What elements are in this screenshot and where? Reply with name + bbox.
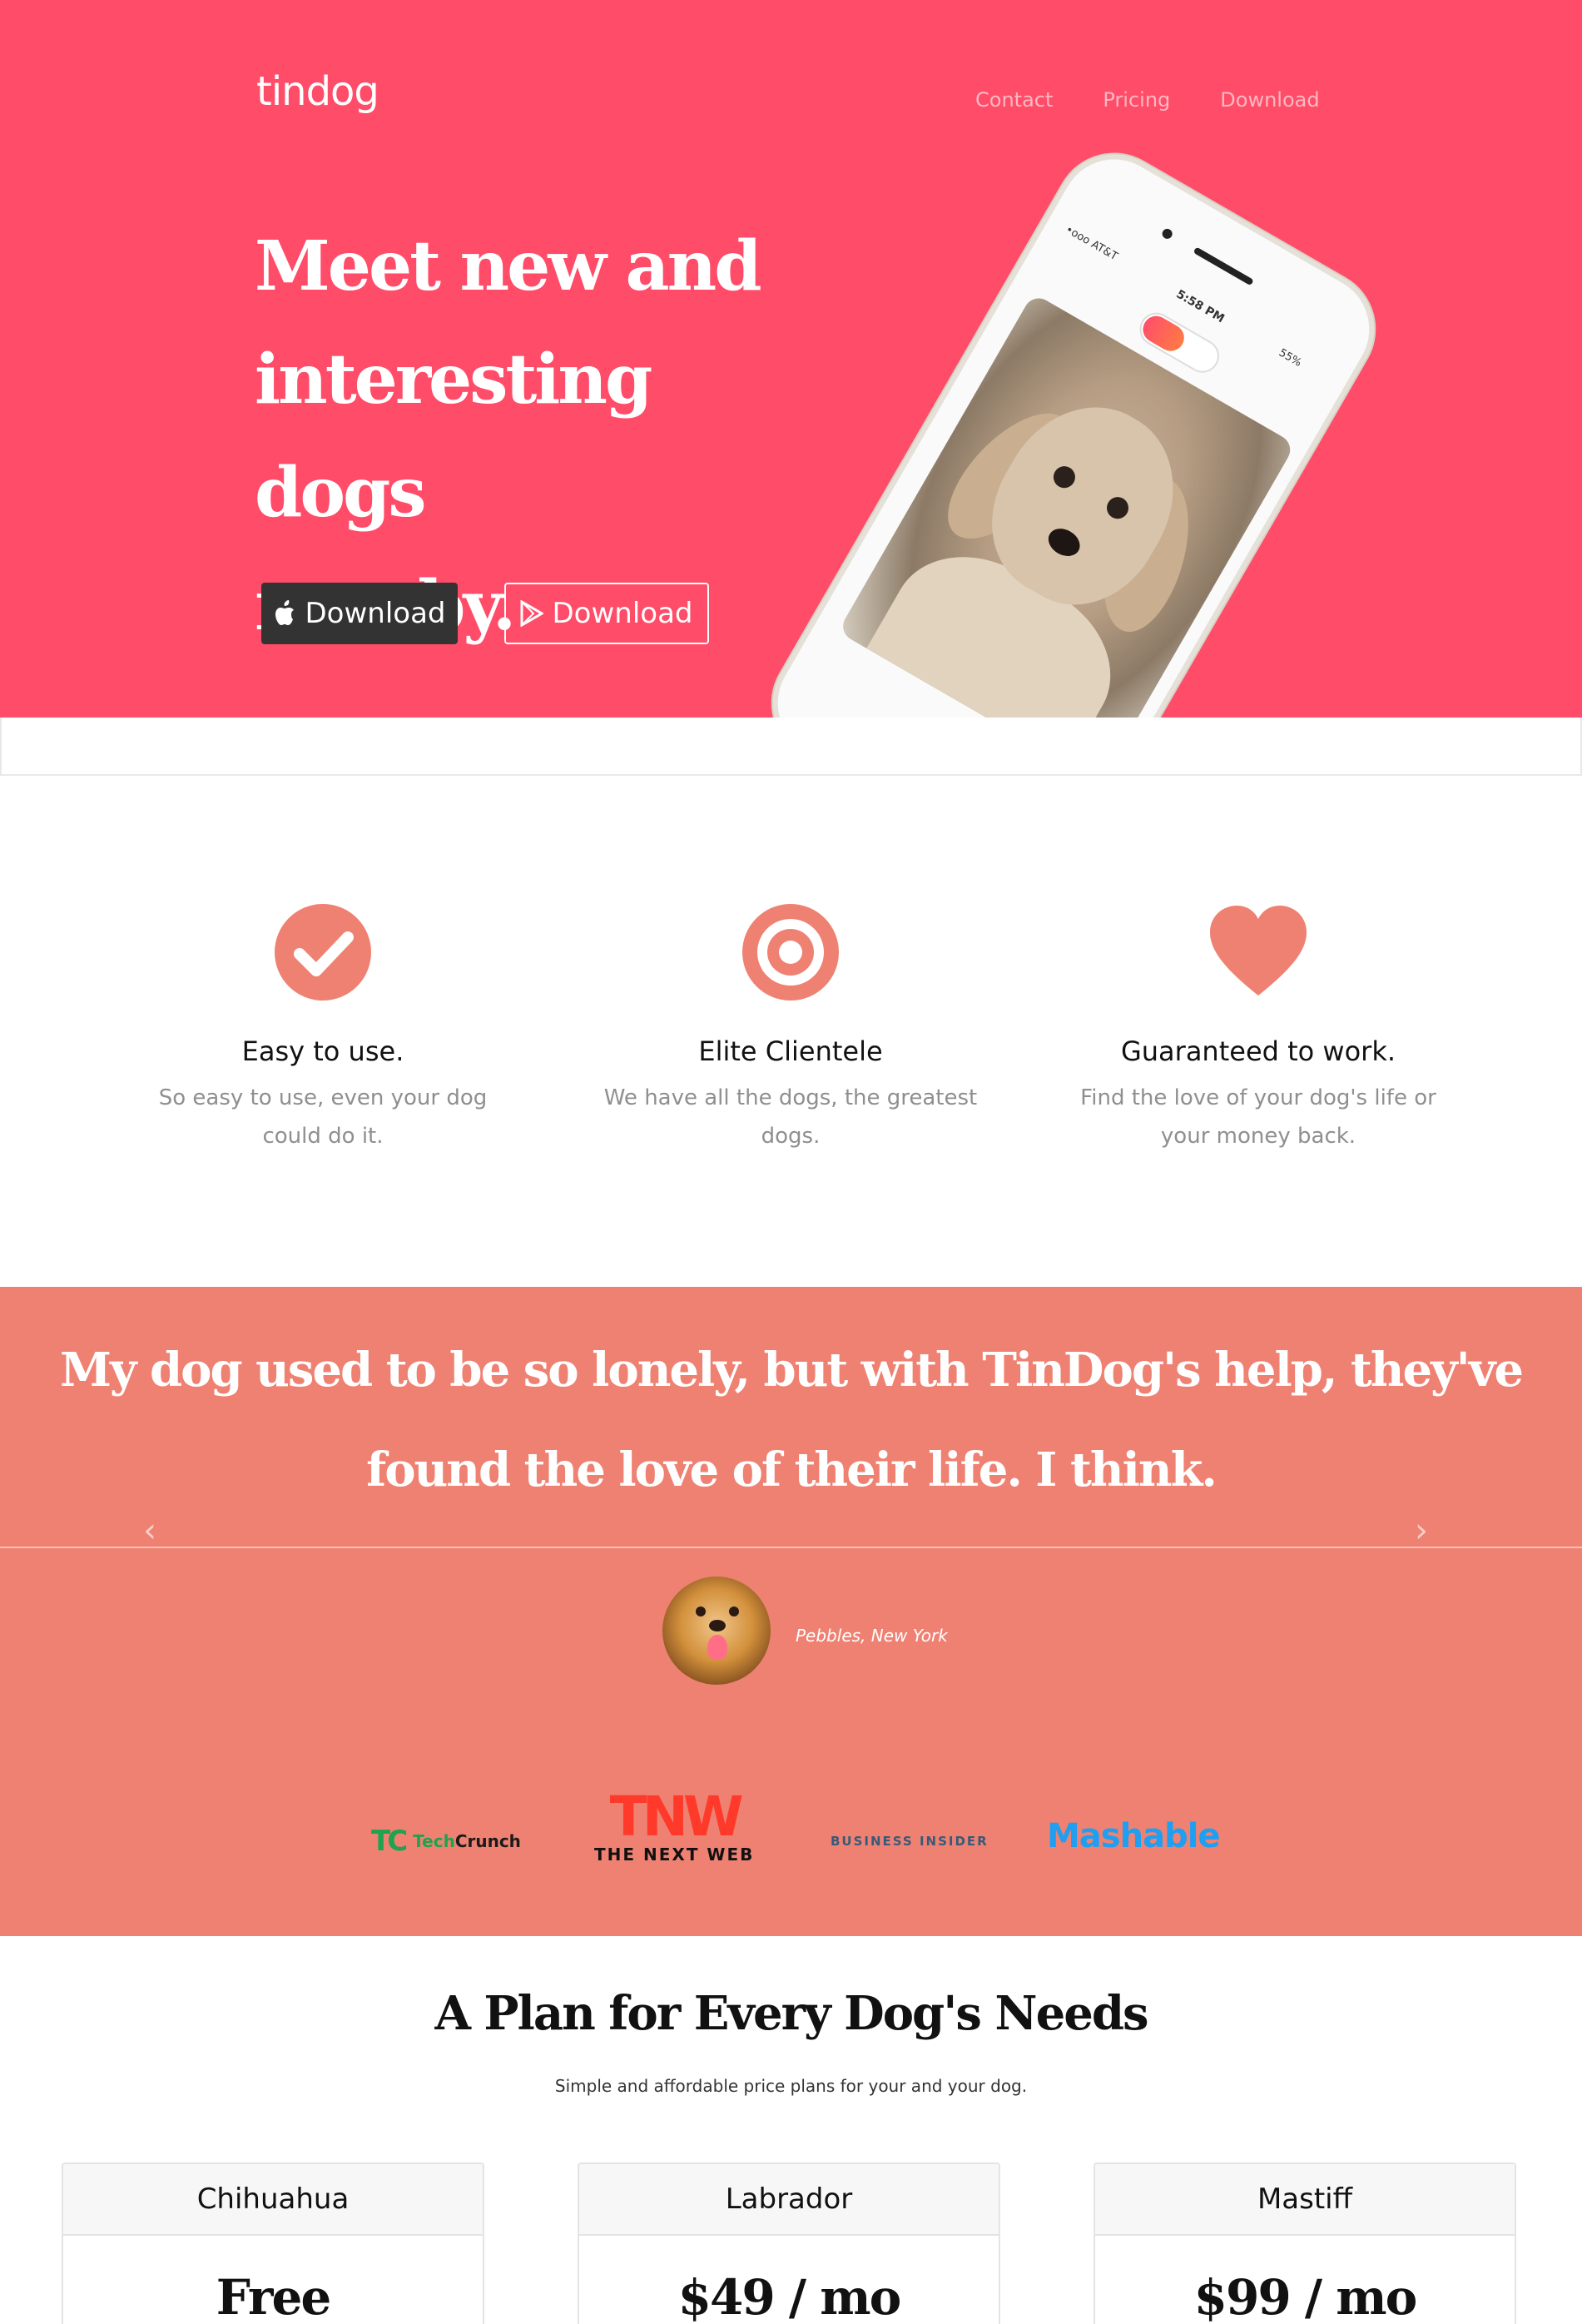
- carousel-next-icon[interactable]: ›: [1415, 1512, 1428, 1550]
- tnw-logo: TNW THE NEXT WEB: [594, 1785, 754, 1865]
- phone-mockup: •ooo AT&T 5:58 PM 55%: [751, 132, 1396, 718]
- brand-logo[interactable]: tindog: [256, 68, 379, 115]
- avatar-tongue: [707, 1635, 727, 1660]
- nav-link-contact[interactable]: Contact: [975, 88, 1053, 112]
- google-play-icon: [520, 600, 544, 627]
- testimonial-quote: My dog used to be so lonely, but with Ti…: [59, 1343, 1524, 1497]
- download-app-store-label: Download: [305, 597, 446, 630]
- avatar-eye: [729, 1606, 739, 1616]
- phone-time: 5:58 PM: [1173, 287, 1227, 326]
- toggle-knob: [1138, 310, 1189, 356]
- apple-icon: [275, 600, 295, 625]
- plan-name: Chihuahua: [63, 2164, 483, 2236]
- feature-guaranteed: Guaranteed to work. Find the love of you…: [1034, 902, 1483, 1155]
- avatar-eye: [696, 1606, 706, 1616]
- feature-desc: We have all the dogs, the greatest dogs.: [603, 1085, 978, 1149]
- heart-icon: [1210, 906, 1307, 996]
- techcrunch-mark: TC: [371, 1825, 408, 1858]
- feature-title: Easy to use.: [241, 1035, 404, 1067]
- check-circle-icon: [275, 904, 371, 1001]
- avatar: [662, 1577, 771, 1685]
- pricing-subtitle: Simple and affordable price plans for yo…: [554, 2076, 1028, 2096]
- techcrunch-logo: TC TechCrunch: [371, 1808, 521, 1875]
- carousel-prev-icon[interactable]: ‹: [143, 1512, 156, 1550]
- plan-card-chihuahua: Chihuahua Free: [62, 2163, 484, 2324]
- top-nav: Contact Pricing Download: [975, 88, 1320, 112]
- tnw-wordmark: THE NEXT WEB: [594, 1845, 755, 1865]
- business-insider-logo: BUSINESS INSIDER: [831, 1834, 989, 1849]
- techcrunch-word-tech: Tech: [413, 1831, 455, 1851]
- phone-body: •ooo AT&T 5:58 PM 55%: [751, 132, 1396, 718]
- plan-price: Free: [216, 2269, 332, 2324]
- phone-battery: 55%: [1276, 346, 1304, 370]
- plan-name: Labrador: [579, 2164, 999, 2236]
- hero-section: tindog Contact Pricing Download Meet new…: [0, 0, 1582, 718]
- feature-desc: So easy to use, even your dog could do i…: [158, 1085, 488, 1149]
- nav-link-pricing[interactable]: Pricing: [1103, 88, 1170, 112]
- mashable-logo: Mashable: [1047, 1817, 1221, 1855]
- tnw-mark: TNW: [609, 1785, 744, 1849]
- avatar-nose: [709, 1620, 726, 1631]
- feature-easy: Easy to use. So easy to use, even your d…: [98, 902, 548, 1155]
- feature-title: Guaranteed to work.: [1120, 1035, 1396, 1067]
- download-app-store-button[interactable]: Download: [261, 583, 458, 644]
- phone-carrier: •ooo AT&T: [1063, 223, 1120, 264]
- phone-screen-dog-photo: [837, 292, 1296, 718]
- pricing-title: A Plan for Every Dog's Needs: [434, 1986, 1148, 2041]
- hero-title-line: Meet new and: [255, 226, 762, 306]
- nav-link-download[interactable]: Download: [1220, 88, 1319, 112]
- plan-card-labrador: Labrador $49 / mo: [578, 2163, 1000, 2324]
- plan-name: Mastiff: [1095, 2164, 1515, 2236]
- techcrunch-wordmark: TechCrunch: [413, 1831, 521, 1851]
- feature-title: Elite Clientele: [698, 1035, 883, 1067]
- plan-price: $49 / mo: [677, 2269, 902, 2324]
- download-google-play-label: Download: [552, 597, 693, 630]
- feature-elite: Elite Clientele We have all the dogs, th…: [566, 902, 1015, 1155]
- section-divider: [0, 718, 1582, 776]
- hero-title-line: interesting dogs: [255, 340, 652, 533]
- feature-desc: Find the love of your dog's life or your…: [1080, 1085, 1436, 1149]
- download-google-play-button[interactable]: Download: [504, 583, 709, 644]
- plan-card-mastiff: Mastiff $99 / mo: [1094, 2163, 1516, 2324]
- phone-camera: [1160, 226, 1174, 241]
- techcrunch-word-crunch: Crunch: [454, 1831, 521, 1851]
- bullseye-icon: [742, 904, 839, 1001]
- testimonial-divider: [0, 1547, 1582, 1548]
- testimonial-section: My dog used to be so lonely, but with Ti…: [0, 1287, 1582, 1936]
- phone-speaker: [1193, 246, 1254, 286]
- testimonial-author: Pebbles, New York: [796, 1626, 948, 1646]
- plan-price: $99 / mo: [1193, 2269, 1418, 2324]
